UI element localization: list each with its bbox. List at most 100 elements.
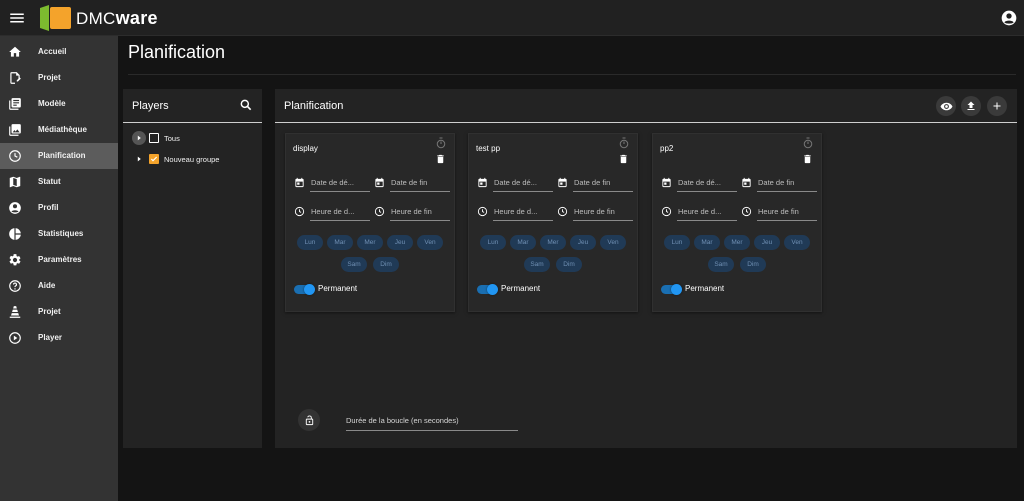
day-chip-jeu[interactable]: Jeu (570, 235, 596, 250)
start-date-field[interactable]: Date de dé... (477, 177, 553, 192)
tree-node-nouveau-groupe: Nouveau groupe (132, 152, 219, 166)
clock-icon (294, 206, 305, 217)
media-library-icon (9, 124, 21, 136)
day-chip-mar[interactable]: Mar (510, 235, 536, 250)
field-placeholder: Heure de d... (494, 207, 538, 216)
sidebar: Accueil Projet Modèle Médiathèque Planif… (0, 36, 118, 501)
end-date-field[interactable]: Date de fin (374, 177, 450, 192)
field-placeholder: Date de dé... (678, 178, 721, 187)
upload-button[interactable] (961, 96, 981, 116)
upload-icon (967, 101, 975, 110)
day-chip-lun[interactable]: Lun (480, 235, 506, 250)
day-chip-mar[interactable]: Mar (694, 235, 720, 250)
sidebar-item-mediatheque[interactable]: Médiathèque (0, 117, 118, 143)
day-chip-sam[interactable]: Sam (524, 257, 550, 272)
end-time-field[interactable]: Heure de fin (557, 206, 633, 221)
home-icon (9, 46, 21, 57)
account-icon[interactable] (1001, 10, 1017, 26)
field-placeholder: Date de fin (574, 178, 611, 187)
preview-button[interactable] (936, 96, 956, 116)
permanent-toggle[interactable] (294, 284, 315, 295)
trash-icon[interactable] (802, 153, 813, 165)
end-date-field[interactable]: Date de fin (741, 177, 817, 192)
clock-icon (477, 206, 488, 217)
day-chip-mer[interactable]: Mer (540, 235, 566, 250)
loop-duration-input[interactable]: Durée de la boucle (en secondes) (346, 415, 518, 431)
sidebar-item-projet[interactable]: Projet (0, 65, 118, 91)
timer-icon[interactable] (435, 137, 447, 149)
timer-icon[interactable] (618, 137, 630, 149)
sidebar-item-player[interactable]: Player (0, 325, 118, 351)
lock-open-icon (305, 414, 313, 425)
day-chip-dim[interactable]: Dim (740, 257, 766, 272)
calendar-icon (662, 177, 671, 188)
day-chip-ven[interactable]: Ven (600, 235, 626, 250)
sidebar-item-label: Statistiques (38, 229, 84, 238)
timer-icon[interactable] (802, 137, 814, 149)
checkbox-nouveau-groupe[interactable] (149, 154, 159, 164)
checkbox-tous[interactable] (149, 133, 159, 143)
sidebar-item-accueil[interactable]: Accueil (0, 39, 118, 65)
day-chip-jeu[interactable]: Jeu (754, 235, 780, 250)
field-underline (757, 191, 817, 192)
permanent-label: Permanent (501, 284, 541, 293)
toggle-knob (304, 284, 315, 295)
permanent-toggle[interactable] (661, 284, 682, 295)
sidebar-item-statistiques[interactable]: Statistiques (0, 221, 118, 247)
sidebar-item-planification[interactable]: Planification (0, 143, 118, 169)
day-chip-dim[interactable]: Dim (556, 257, 582, 272)
end-time-field[interactable]: Heure de fin (374, 206, 450, 221)
dmcware-logo[interactable]: DMCware (39, 4, 158, 32)
permanent-label: Permanent (318, 284, 358, 293)
clock-icon (9, 150, 21, 162)
day-chip-mer[interactable]: Mer (724, 235, 750, 250)
sidebar-item-label: Projet (38, 73, 61, 82)
add-schedule-button[interactable] (987, 96, 1007, 116)
sidebar-item-label: Modèle (38, 99, 66, 108)
calendar-icon (558, 177, 567, 188)
end-date-field[interactable]: Date de fin (557, 177, 633, 192)
top-bar: DMCware (0, 0, 1024, 36)
field-placeholder: Heure de fin (574, 207, 615, 216)
day-chip-mer[interactable]: Mer (357, 235, 383, 250)
sidebar-item-aide[interactable]: Aide (0, 273, 118, 299)
day-chip-mar[interactable]: Mar (327, 235, 353, 250)
trash-icon[interactable] (618, 153, 629, 165)
sidebar-item-profil[interactable]: Profil (0, 195, 118, 221)
start-date-field[interactable]: Date de dé... (661, 177, 737, 192)
field-underline (573, 220, 633, 221)
day-chip-sam[interactable]: Sam (341, 257, 367, 272)
expand-arrow-icon[interactable] (132, 131, 146, 145)
field-underline (310, 220, 370, 221)
day-chip-lun[interactable]: Lun (664, 235, 690, 250)
start-time-field[interactable]: Heure de d... (661, 206, 737, 221)
field-placeholder: Date de dé... (311, 178, 354, 187)
cone-icon (9, 306, 21, 318)
end-time-field[interactable]: Heure de fin (741, 206, 817, 221)
day-chip-ven[interactable]: Ven (417, 235, 443, 250)
schedule-panel-header: Planification (275, 89, 1017, 123)
lock-button[interactable] (298, 409, 320, 431)
sidebar-item-modele[interactable]: Modèle (0, 91, 118, 117)
sidebar-item-projet-2[interactable]: Projet (0, 299, 118, 325)
day-chip-dim[interactable]: Dim (373, 257, 399, 272)
expand-arrow-icon[interactable] (132, 152, 146, 166)
search-icon[interactable] (239, 98, 253, 112)
card-title: display (293, 144, 318, 153)
card-title: pp2 (660, 144, 674, 153)
day-chip-jeu[interactable]: Jeu (387, 235, 413, 250)
menu-icon[interactable] (8, 9, 26, 27)
start-date-field[interactable]: Date de dé... (294, 177, 370, 192)
permanent-toggle[interactable] (477, 284, 498, 295)
start-time-field[interactable]: Heure de d... (477, 206, 553, 221)
schedule-card-pp2: pp2 Date de dé... Date de fin Heure de d… (652, 133, 822, 312)
sidebar-item-statut[interactable]: Statut (0, 169, 118, 195)
field-underline (677, 191, 737, 192)
day-chip-ven[interactable]: Ven (784, 235, 810, 250)
start-time-field[interactable]: Heure de d... (294, 206, 370, 221)
day-chip-sam[interactable]: Sam (708, 257, 734, 272)
trash-icon[interactable] (435, 153, 446, 165)
field-placeholder: Date de fin (758, 178, 795, 187)
sidebar-item-parametres[interactable]: Paramètres (0, 247, 118, 273)
day-chip-lun[interactable]: Lun (297, 235, 323, 250)
